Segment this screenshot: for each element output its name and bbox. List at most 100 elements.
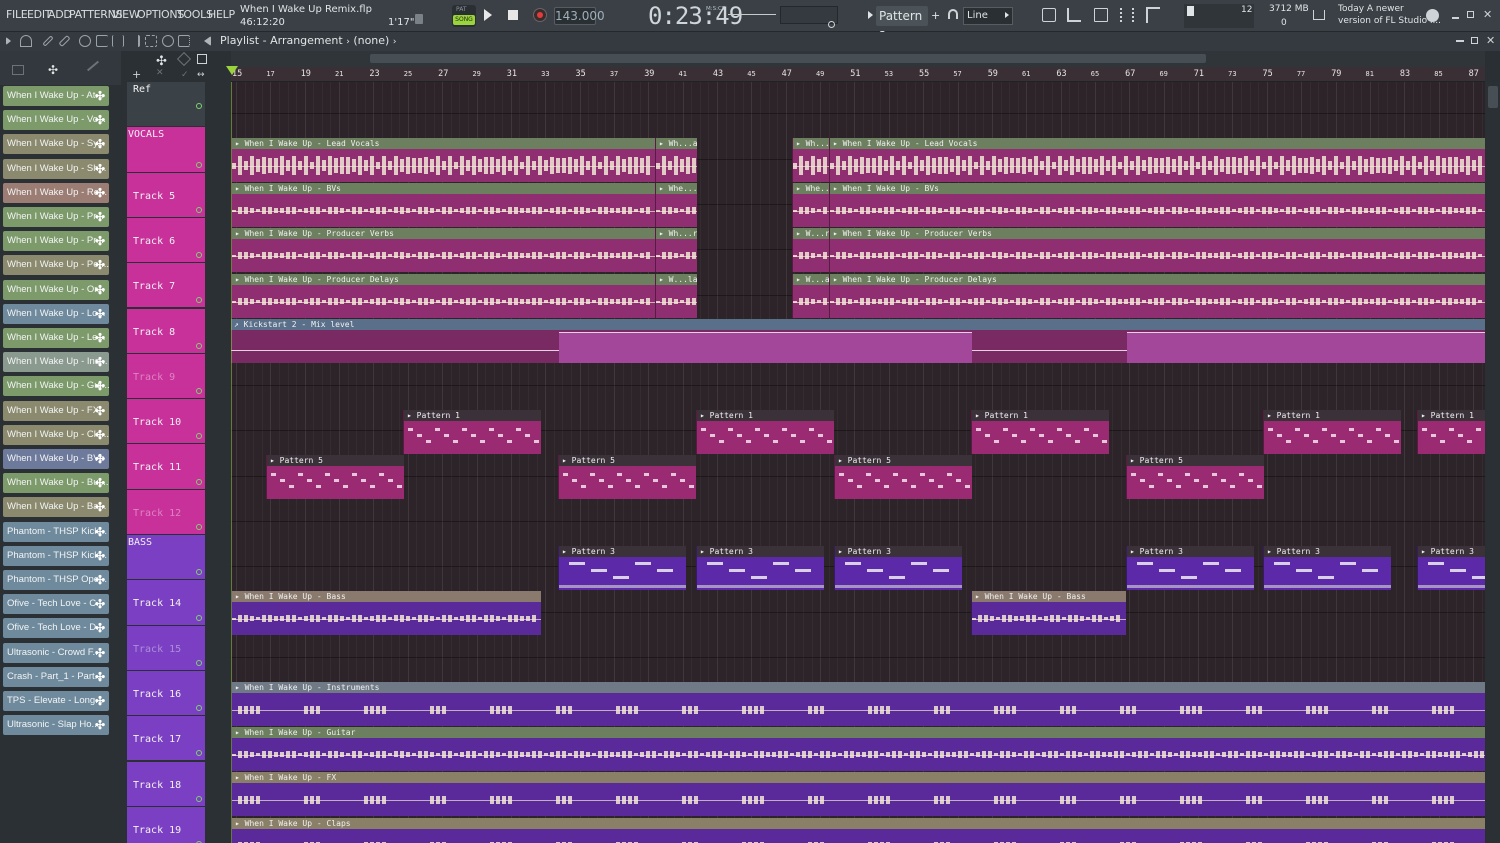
- track-move-icon[interactable]: ✣: [156, 54, 167, 69]
- track-edit-icon[interactable]: ✓: [181, 70, 189, 80]
- add-clip-icon[interactable]: ✣: [95, 183, 105, 203]
- picker-clip-item[interactable]: Ofive - Tech Love - D... ✣: [3, 618, 109, 639]
- picker-clip-item[interactable]: When I Wake Up - Bui... ✣: [3, 473, 109, 494]
- playback-tool-icon[interactable]: [178, 35, 190, 47]
- picker-clip-item[interactable]: When I Wake Up - At... ✣: [3, 86, 109, 106]
- track-enable-icon[interactable]: [196, 388, 202, 395]
- speaker-icon[interactable]: [204, 36, 211, 46]
- tempo-display[interactable]: 143.000: [554, 7, 605, 25]
- playlist-minimize-icon[interactable]: [1456, 40, 1464, 42]
- song-time-display[interactable]: 0:23:49: [648, 2, 743, 30]
- playlist-clip[interactable]: ▸ Pattern 3: [558, 546, 686, 590]
- add-clip-icon[interactable]: ✣: [95, 134, 105, 154]
- brush-tool-icon[interactable]: [58, 34, 71, 48]
- channel-rack-icon[interactable]: [1094, 8, 1108, 22]
- add-clip-icon[interactable]: ✣: [95, 497, 105, 517]
- vertical-scrollbar[interactable]: [1486, 82, 1500, 843]
- slip-tool-icon[interactable]: [112, 35, 124, 47]
- online-globe-icon[interactable]: [1426, 9, 1439, 22]
- track-enable-icon[interactable]: [196, 161, 202, 168]
- picker-clip-item[interactable]: When I Wake Up - Cla... ✣: [3, 424, 109, 445]
- track-header[interactable]: Track 7: [127, 263, 205, 308]
- track-header[interactable]: Track 19: [127, 806, 205, 843]
- playlist-clip[interactable]: ▸ Pattern 5: [834, 455, 972, 499]
- pencil-tool-icon[interactable]: [42, 35, 54, 47]
- playlist-icon[interactable]: [1042, 8, 1056, 22]
- add-track-icon[interactable]: +: [132, 68, 141, 81]
- track-enable-icon[interactable]: [196, 342, 202, 349]
- playlist-clip[interactable]: ▸ Pattern 5: [1126, 455, 1264, 499]
- playlist-clip[interactable]: ▸ W...ays: [792, 274, 829, 318]
- picker-clip-item[interactable]: When I Wake Up - FX ✣: [3, 400, 109, 421]
- playlist-clip[interactable]: ▸ Pattern 1: [1417, 410, 1485, 454]
- playlist-clip[interactable]: ▸ W...lays: [655, 274, 697, 318]
- playlist-clip[interactable]: ▸ When I Wake Up - Claps: [231, 818, 1485, 843]
- picker-slash-icon[interactable]: [86, 60, 100, 72]
- breadcrumb-arrangement[interactable]: Arrangement: [270, 34, 343, 47]
- track-enable-icon[interactable]: [196, 478, 202, 485]
- add-clip-icon[interactable]: ✣: [95, 207, 105, 227]
- add-clip-icon[interactable]: ✣: [95, 352, 105, 372]
- picker-clip-item[interactable]: When I Wake Up - Per... ✣: [3, 255, 109, 276]
- picker-clip-item[interactable]: When I Wake Up - Le... ✣: [3, 328, 109, 348]
- track-header[interactable]: Track 10: [127, 399, 205, 444]
- playlist-clip[interactable]: ▸ Pattern 1: [403, 410, 541, 454]
- track-enable-icon[interactable]: [196, 705, 202, 712]
- pat-song-toggle[interactable]: PAT SONG: [452, 5, 476, 27]
- picker-clip-item[interactable]: Phantom - THSP Ope... ✣: [3, 570, 109, 590]
- add-clip-icon[interactable]: ✣: [95, 401, 105, 421]
- playlist-clip[interactable]: ▸ When I Wake Up - Guitar: [231, 727, 1485, 771]
- zoom-tool-icon[interactable]: [162, 35, 174, 47]
- track-header[interactable]: Track 9: [127, 353, 205, 399]
- breadcrumb-view[interactable]: Playlist: [220, 34, 259, 47]
- picker-clip-item[interactable]: When I Wake Up - BVs ✣: [3, 449, 109, 469]
- add-clip-icon[interactable]: ✣: [95, 255, 105, 275]
- pattern-selector[interactable]: Pattern 2: [876, 6, 928, 43]
- track-enable-icon[interactable]: [196, 659, 202, 666]
- track-header[interactable]: Track 8: [127, 308, 205, 353]
- track-header[interactable]: BASS: [127, 535, 205, 580]
- playlist-clip[interactable]: ▸ Pattern 3: [1126, 546, 1254, 590]
- add-clip-icon[interactable]: ✣: [95, 715, 105, 735]
- playlist-clip[interactable]: ▸ Pattern 1: [971, 410, 1109, 454]
- track-header[interactable]: Track 14: [127, 580, 205, 625]
- playlist-clip[interactable]: ▸ When I Wake Up - Producer Verbs: [829, 228, 1485, 272]
- picker-clip-item[interactable]: Ofive - Tech Love - C... ✣: [3, 594, 109, 615]
- picker-clip-item[interactable]: When I Wake Up - Or... ✣: [3, 279, 109, 300]
- menu-file[interactable]: FILE: [6, 8, 28, 21]
- track-enable-icon[interactable]: [196, 252, 202, 259]
- playlist-clip[interactable]: ▸ When I Wake Up - Producer Delays: [829, 274, 1485, 318]
- picker-clip-item[interactable]: When I Wake Up - Vo... ✣: [3, 110, 109, 131]
- add-clip-icon[interactable]: ✣: [95, 304, 105, 324]
- mixer-icon[interactable]: [1120, 8, 1134, 22]
- add-clip-icon[interactable]: ✣: [95, 231, 105, 251]
- breadcrumb-sub[interactable]: (none): [353, 34, 389, 47]
- track-header[interactable]: Track 17: [127, 716, 205, 761]
- playlist-restore-icon[interactable]: [1471, 37, 1478, 44]
- add-clip-icon[interactable]: ✣: [95, 86, 105, 106]
- playlist-clip[interactable]: ▸ Pattern 5: [558, 455, 696, 499]
- playlist-clip[interactable]: ▸ When I Wake Up - Bass: [231, 591, 541, 635]
- picker-clip-item[interactable]: When I Wake Up - Sy... ✣: [3, 134, 109, 155]
- playlist-clip[interactable]: ▸ When I Wake Up - BVs: [829, 183, 1485, 227]
- record-icon[interactable]: [533, 8, 547, 22]
- master-volume-slider[interactable]: [728, 14, 776, 15]
- piano-roll-icon[interactable]: [1067, 8, 1081, 22]
- pattern-prev-icon[interactable]: [868, 11, 873, 19]
- select-tool-icon[interactable]: [145, 35, 157, 47]
- add-clip-icon[interactable]: ✣: [95, 618, 105, 638]
- track-resize-icon[interactable]: ↔: [197, 70, 205, 80]
- add-clip-icon[interactable]: ✣: [95, 473, 105, 493]
- add-clip-icon[interactable]: ✣: [95, 376, 105, 396]
- playlist-close-icon[interactable]: ✕: [1486, 34, 1495, 47]
- playlist-clip[interactable]: ▸ When I Wake Up - FX: [231, 772, 1485, 816]
- track-enable-icon[interactable]: [196, 750, 202, 757]
- picker-clip-item[interactable]: When I Wake Up - Pr... ✣: [3, 231, 109, 252]
- playlist-clip[interactable]: ▸ When I Wake Up - Instruments: [231, 682, 1485, 726]
- lock-icon[interactable]: [415, 14, 423, 24]
- track-tilt-icon[interactable]: [176, 51, 192, 67]
- horizontal-scrollbar[interactable]: [370, 54, 1206, 63]
- add-clip-icon[interactable]: ✣: [95, 522, 105, 542]
- news-line-1[interactable]: Today A newer: [1338, 4, 1404, 14]
- snap-chevron-icon[interactable]: [1005, 12, 1009, 18]
